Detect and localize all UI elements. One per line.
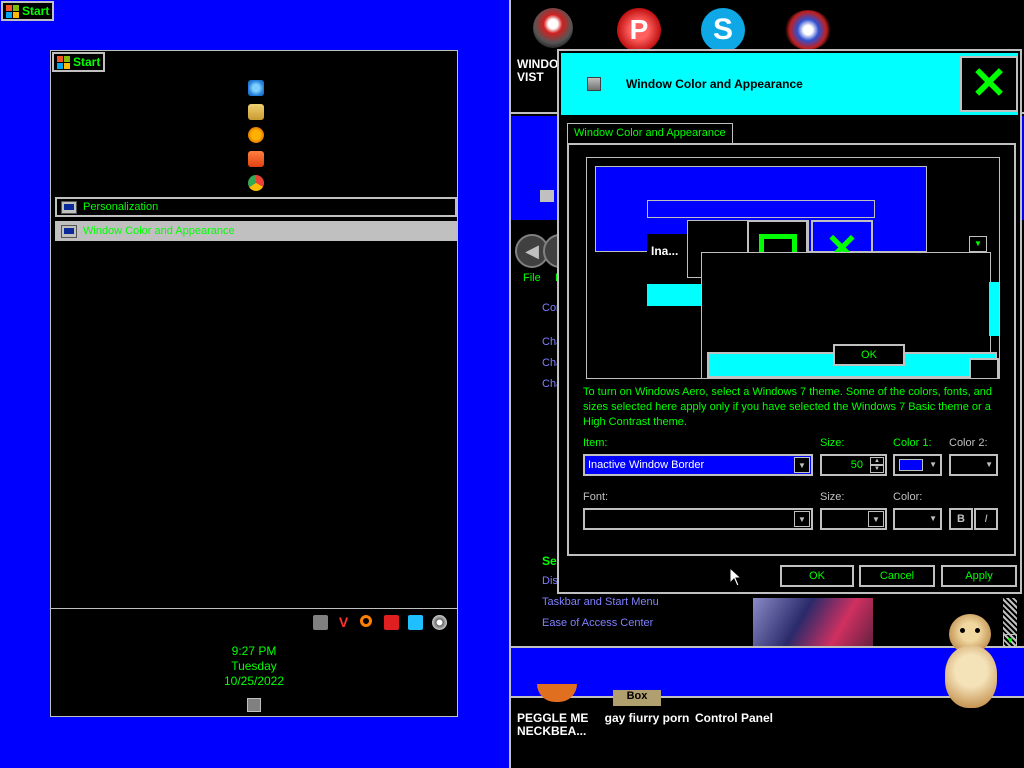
color1-picker[interactable]: ▼ (893, 454, 942, 476)
preview-scroll-icon: ▼ (969, 236, 987, 252)
item-label: Item: (583, 437, 608, 449)
mouse-cursor-icon (729, 567, 743, 587)
windows-flag-icon (6, 4, 19, 18)
result-label: Window Color and Appearance (83, 225, 235, 237)
vista-app-icon[interactable] (533, 8, 573, 48)
clock-time: 9:27 PM (231, 644, 277, 658)
ok-button[interactable]: OK (779, 564, 855, 588)
tab-label: Window Color and Appearance (574, 127, 726, 139)
desktop-label-control-panel[interactable]: Control Panel (689, 712, 779, 725)
font-select[interactable]: ▼ (583, 508, 813, 530)
app-icon[interactable] (785, 10, 831, 50)
box-icon[interactable]: Box (613, 690, 661, 706)
font-size-label: Size: (820, 491, 845, 503)
clock-date: 10/25/2022 (223, 674, 285, 688)
chevron-down-icon: ▼ (794, 457, 810, 473)
desktop-label-2[interactable]: gay fiurry porn (597, 712, 697, 725)
chevron-down-icon: ▼ (868, 511, 884, 527)
size-value: 50 (850, 459, 863, 471)
preview-inactive-titlebar (647, 200, 875, 218)
appearance-preview[interactable]: Ina... ✕ ▼ OK (586, 157, 1000, 379)
menu-file[interactable]: File (523, 272, 541, 284)
clock-day: Tuesday (231, 659, 277, 673)
font-color-picker[interactable]: ▼ (893, 508, 942, 530)
box-label: Box (626, 690, 648, 702)
item-select[interactable]: Inactive Window Border ▼ (583, 454, 813, 476)
peggle-icon[interactable] (537, 684, 577, 702)
item-value: Inactive Window Border (588, 459, 705, 471)
preview-corner (969, 358, 999, 378)
volume-icon[interactable] (432, 615, 447, 630)
chevron-down-icon: ▼ (794, 511, 810, 527)
display-icon[interactable] (408, 615, 423, 630)
size-label: Size: (820, 437, 845, 449)
color1-swatch (899, 459, 923, 471)
app-icon[interactable] (248, 151, 264, 167)
chrome-icon[interactable] (248, 175, 264, 191)
start-button[interactable]: Start (1, 1, 55, 21)
chevron-down-icon: ▼ (929, 460, 937, 469)
start-label: Start (22, 4, 50, 18)
show-desktop-icon[interactable] (247, 698, 261, 712)
hamster-image (935, 612, 1009, 716)
font-size-select[interactable]: ▼ (820, 508, 887, 530)
size-spinner[interactable]: 50 ▲ ▼ (820, 454, 887, 476)
antivirus-icon[interactable]: V (336, 615, 351, 630)
monitor-icon (61, 200, 77, 214)
dialog-title: Window Color and Appearance (626, 77, 803, 91)
monitor-icon (61, 224, 77, 238)
color2-label: Color 2: (949, 437, 988, 449)
windows-flag-icon (57, 55, 70, 69)
start-menu-button[interactable]: Start (52, 52, 106, 72)
info-text: To turn on Windows Aero, select a Window… (583, 386, 993, 428)
file-explorer-icon[interactable] (248, 104, 264, 120)
close-icon: ✕ (970, 59, 1008, 108)
link-taskbar[interactable]: Taskbar and Start Menu (542, 596, 659, 608)
bold-button[interactable]: B (948, 507, 974, 531)
font-label: Font: (583, 491, 609, 503)
color1-label: Color 1: (893, 437, 932, 449)
result-window-color[interactable]: Window Color and Appearance (55, 221, 457, 241)
preview-active-border (647, 284, 701, 306)
start-menu: Start Personalization Window Color and A… (50, 50, 458, 717)
internet-explorer-icon[interactable] (248, 80, 264, 96)
system-tray: V 9:27 PM Tuesday 10/25/2022 (51, 608, 457, 716)
apply-button[interactable]: Apply (940, 564, 1018, 588)
media-player-icon[interactable] (248, 127, 264, 143)
skype-icon[interactable]: S (701, 8, 745, 52)
dialog-titlebar[interactable]: Window Color and Appearance ✕ (561, 53, 1018, 115)
result-personalization[interactable]: Personalization (55, 197, 457, 217)
preview-ok-button: OK (833, 344, 905, 366)
network-icon[interactable] (313, 615, 328, 630)
app-icon (587, 77, 601, 91)
desktop-label-peggle[interactable]: PEGGLE ME NECKBEA... (517, 712, 599, 738)
spin-down-icon[interactable]: ▼ (870, 465, 884, 473)
search-icon[interactable] (360, 615, 372, 627)
chevron-down-icon: ▼ (929, 514, 937, 523)
see-also-heading: Se (542, 554, 557, 568)
tab-panel: Ina... ✕ ▼ OK To turn on Windows Aero, s… (567, 143, 1016, 556)
peggle-icon[interactable]: P (617, 8, 661, 52)
start-menu-label: Start (73, 55, 101, 69)
preview-inactive-label: Ina... (651, 244, 679, 258)
preview-scrollbar (989, 282, 999, 336)
italic-button[interactable]: I (973, 507, 999, 531)
window-color-dialog: Window Color and Appearance ✕ Window Col… (557, 49, 1022, 594)
close-button[interactable]: ✕ (960, 56, 1018, 112)
monitor-icon (540, 190, 554, 202)
font-color-label: Color: (893, 491, 923, 503)
chevron-down-icon: ▼ (985, 460, 993, 469)
spin-up-icon[interactable]: ▲ (870, 457, 884, 465)
color2-picker[interactable]: ▼ (949, 454, 998, 476)
tab-window-color[interactable]: Window Color and Appearance (567, 123, 733, 143)
result-label: Personalization (83, 201, 159, 213)
flag-icon[interactable] (384, 615, 399, 630)
wallpaper-thumbnail[interactable] (753, 598, 873, 650)
link-ease-of-access[interactable]: Ease of Access Center (542, 617, 653, 629)
cancel-button[interactable]: Cancel (858, 564, 936, 588)
